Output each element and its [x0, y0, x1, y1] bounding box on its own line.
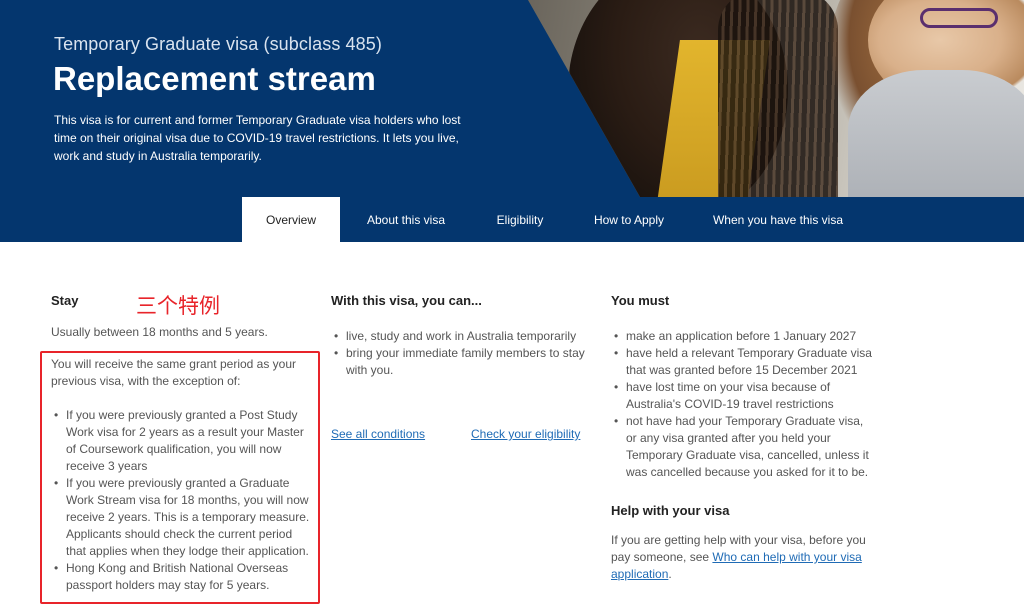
see-all-conditions-link[interactable]: See all conditions — [331, 427, 425, 441]
requirements-list: make an application before 1 January 202… — [611, 328, 877, 481]
benefits-heading: With this visa, you can... — [331, 293, 482, 308]
help-text: If you are getting help with your visa, … — [611, 532, 877, 583]
annotation-label: 三个特例 — [136, 294, 220, 318]
tab-when-you-have-this-visa[interactable]: When you have this visa — [690, 197, 866, 242]
hero-photo — [528, 0, 1024, 197]
benefits-section: With this visa, you can... live, study a… — [331, 292, 593, 379]
list-item: bring your immediate family members to s… — [331, 345, 593, 379]
list-item: have lost time on your visa because of A… — [611, 379, 877, 413]
benefits-list: live, study and work in Australia tempor… — [331, 328, 593, 379]
tab-bar: Overview About this visa Eligibility How… — [242, 197, 866, 242]
tab-eligibility[interactable]: Eligibility — [472, 197, 568, 242]
requirements-heading: You must — [611, 293, 670, 308]
visa-subclass-subtitle: Temporary Graduate visa (subclass 485) — [54, 34, 382, 54]
list-item: not have had your Temporary Graduate vis… — [611, 413, 877, 481]
tab-about-this-visa[interactable]: About this visa — [340, 197, 472, 242]
visa-intro-text: This visa is for current and former Temp… — [54, 113, 461, 163]
check-eligibility-link[interactable]: Check your eligibility — [471, 427, 580, 441]
help-section: Help with your visa If you are getting h… — [611, 502, 877, 583]
help-text-end: . — [668, 567, 672, 581]
annotation-highlight-box — [40, 351, 320, 604]
page-title: Replacement stream — [53, 60, 376, 97]
tab-overview[interactable]: Overview — [242, 197, 340, 242]
requirements-section: You must make an application before 1 Ja… — [611, 292, 877, 481]
list-item: have held a relevant Temporary Graduate … — [611, 345, 877, 379]
help-heading: Help with your visa — [611, 503, 730, 518]
list-item: live, study and work in Australia tempor… — [331, 328, 593, 345]
list-item: make an application before 1 January 202… — [611, 328, 877, 345]
stay-summary: Usually between 18 months and 5 years. — [51, 325, 268, 339]
tab-how-to-apply[interactable]: How to Apply — [568, 197, 690, 242]
